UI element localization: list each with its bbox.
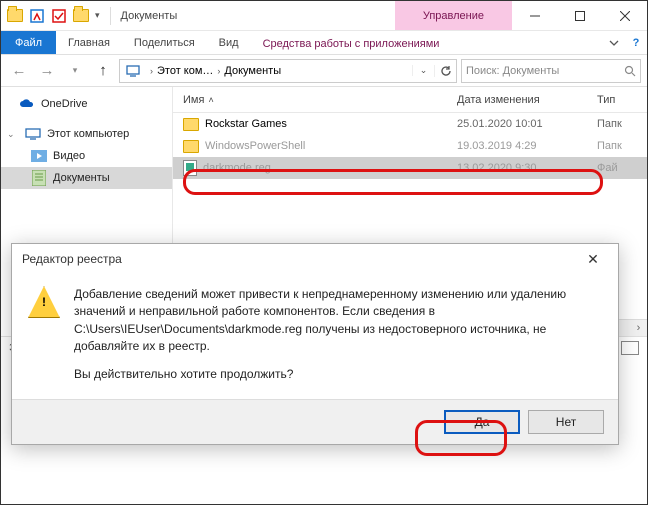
nav-forward[interactable]: → — [35, 59, 59, 83]
file-date: 13.02.2020 9:30 — [457, 162, 597, 174]
search-icon — [624, 65, 636, 77]
address-seg-docs[interactable]: Документы — [224, 65, 281, 77]
search-input[interactable]: Поиск: Документы — [461, 59, 641, 83]
yes-button-label: Да — [475, 415, 490, 429]
column-name[interactable]: Имя — [183, 94, 204, 106]
file-type: Папк — [597, 140, 647, 152]
view-tab[interactable]: Вид — [207, 31, 251, 54]
file-row[interactable]: Rockstar Games 25.01.2020 10:01Папк — [173, 113, 647, 135]
maximize-button[interactable] — [557, 1, 602, 31]
app-tools-tab[interactable]: Средства работы с приложениями — [251, 31, 452, 54]
dialog-close-button[interactable]: ✕ — [578, 251, 608, 268]
address-seg-pc[interactable]: Этот ком… — [157, 65, 213, 77]
ribbon-tabs: Файл Главная Поделиться Вид Средства раб… — [1, 31, 647, 55]
no-button-label: Нет — [556, 415, 576, 429]
dialog-text-2: Вы действительно хотите продолжить? — [74, 366, 602, 383]
qat-properties-icon[interactable] — [29, 8, 45, 24]
pc-icon — [126, 64, 140, 78]
expand-icon[interactable]: ⌄ — [7, 129, 17, 140]
search-placeholder: Поиск: Документы — [466, 65, 559, 77]
column-type[interactable]: Тип — [597, 94, 647, 106]
warning-icon: ! — [28, 286, 60, 318]
address-bar[interactable]: › Этот ком… › Документы ⌄ — [119, 59, 457, 83]
file-date: 25.01.2020 10:01 — [457, 118, 597, 130]
file-type: Папк — [597, 118, 647, 130]
chevron-icon[interactable]: › — [213, 66, 224, 76]
document-icon — [31, 170, 47, 186]
file-tab[interactable]: Файл — [1, 31, 56, 54]
sidebar-item-documents[interactable]: Документы — [1, 167, 172, 189]
qat-folder-icon[interactable] — [73, 9, 89, 22]
navbar: ← → ▾ ↑ › Этот ком… › Документы ⌄ Поиск:… — [1, 55, 647, 87]
refresh-icon[interactable] — [434, 65, 456, 77]
ribbon-expand-icon[interactable] — [603, 31, 625, 54]
window-title: Документы — [121, 10, 178, 22]
sidebar-item-label: Документы — [53, 172, 110, 184]
qat-checkbox-icon[interactable] — [51, 8, 67, 24]
sidebar-item-thispc[interactable]: ⌄ Этот компьютер — [1, 123, 172, 145]
sidebar-item-label: OneDrive — [41, 98, 87, 110]
file-row[interactable]: darkmode.reg 13.02.2020 9:30Фай — [173, 157, 647, 179]
home-tab[interactable]: Главная — [56, 31, 122, 54]
yes-button[interactable]: Да — [444, 410, 520, 434]
file-name: Rockstar Games — [205, 118, 287, 130]
chevron-icon[interactable]: › — [146, 66, 157, 76]
sort-asc-icon: ˄ — [208, 95, 213, 105]
help-icon[interactable]: ? — [625, 31, 647, 54]
folder-icon — [183, 140, 199, 153]
file-type: Фай — [597, 162, 647, 174]
video-icon — [31, 148, 47, 164]
pc-icon — [25, 126, 41, 142]
close-button[interactable] — [602, 1, 647, 31]
nav-back[interactable]: ← — [7, 59, 31, 83]
share-tab[interactable]: Поделиться — [122, 31, 207, 54]
folder-icon — [183, 118, 199, 131]
nav-history-dropdown[interactable]: ▾ — [63, 59, 87, 83]
ribbon-context-tab: Управление — [395, 1, 512, 30]
dialog-text-1: Добавление сведений может привести к неп… — [74, 286, 602, 356]
nav-up[interactable]: ↑ — [91, 59, 115, 83]
qat-dropdown[interactable]: ▾ — [95, 10, 100, 21]
sidebar-item-label: Этот компьютер — [47, 128, 129, 140]
file-name: darkmode.reg — [203, 162, 271, 174]
file-name: WindowsPowerShell — [205, 140, 305, 152]
reg-file-icon — [183, 160, 197, 176]
file-date: 19.03.2019 4:29 — [457, 140, 597, 152]
titlebar: ▾ Документы Управление — [1, 1, 647, 31]
no-button[interactable]: Нет — [528, 410, 604, 434]
column-date[interactable]: Дата изменения — [457, 94, 597, 106]
file-row[interactable]: WindowsPowerShell 19.03.2019 4:29Папк — [173, 135, 647, 157]
confirm-dialog: Редактор реестра ✕ ! Добавление сведений… — [11, 243, 619, 445]
folder-icon — [7, 9, 23, 22]
sidebar-item-onedrive[interactable]: OneDrive — [1, 93, 172, 115]
sidebar-item-label: Видео — [53, 150, 85, 162]
cloud-icon — [19, 96, 35, 112]
sidebar-item-video[interactable]: Видео — [1, 145, 172, 167]
minimize-button[interactable] — [512, 1, 557, 31]
view-large-icon[interactable] — [621, 341, 639, 355]
address-dropdown[interactable]: ⌄ — [412, 65, 434, 76]
dialog-title: Редактор реестра — [22, 252, 122, 266]
